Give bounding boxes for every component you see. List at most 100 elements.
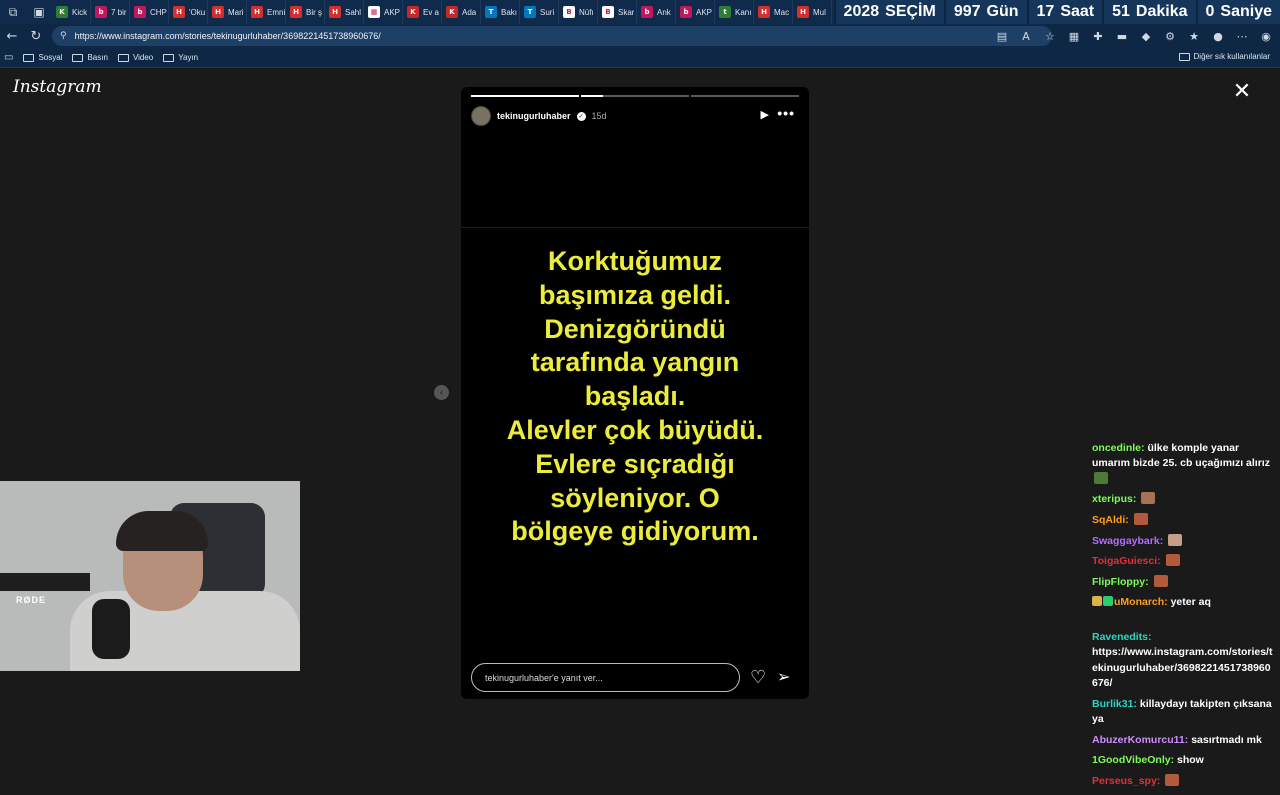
browser-tab[interactable]: KEv a [403,0,442,24]
tab-label: Suri [540,8,554,17]
copilot-icon[interactable]: ◉ [1256,26,1276,46]
tab-label: Bakı [501,8,517,17]
story-text-line: bölgeye gidiyorum. [461,515,809,549]
year-value: 2028 [844,3,880,21]
folder-icon [163,54,174,62]
extension-icon[interactable]: ▦ [1064,26,1084,46]
browser-tab[interactable]: TSuri [520,0,559,24]
browser-tab[interactable]: HMul [793,0,832,24]
collections-icon[interactable]: ▭ [4,52,13,63]
chat-separator: : [1145,576,1151,588]
browser-tab[interactable]: HEmni [247,0,286,24]
read-aloud-icon[interactable]: A [1016,26,1036,46]
chat-username[interactable]: Burlik31 [1092,698,1133,710]
story-text: Korktuğumuzbaşımıza geldi.Denizgöründüta… [461,245,809,549]
chat-username[interactable]: uMonarch [1114,596,1164,608]
chat-text: sasırtmadı mk [1191,734,1262,746]
story-divider [461,227,809,228]
back-icon[interactable]: ← [0,24,24,48]
chat-username[interactable]: ToigaGuiesci [1092,555,1157,567]
profile-avatar[interactable]: ● [1208,26,1228,46]
extension-icon[interactable]: ▬ [1112,26,1132,46]
story-username[interactable]: tekinugurluhaber [497,111,571,121]
chat-message: uMonarch: yeter aq [1092,595,1274,610]
days-value: 997 [954,3,981,21]
bookmark-folder-basin[interactable]: Basın [72,53,107,62]
chat-text: show [1177,754,1204,766]
tab-actions-icon[interactable]: ▣ [26,0,52,24]
story-text-line: başladı. [461,380,809,414]
browser-tab[interactable]: H'Oku [169,0,208,24]
browser-tab[interactable]: tKanı [715,0,754,24]
chat-username[interactable]: SqAldi [1092,514,1125,526]
chat-emote-icon [1168,534,1182,546]
instagram-logo[interactable]: Instagram [13,77,102,97]
folder-icon [72,54,83,62]
tab-label: AKP [384,8,400,17]
browser-tab[interactable]: BSkar [598,0,637,24]
progress-fill [581,95,603,97]
chat-username[interactable]: AbuzerKomurcu11 [1092,734,1185,746]
bookmark-folder-video[interactable]: Video [118,53,153,62]
browser-tab[interactable]: bAKP [676,0,715,24]
chat-username[interactable]: FlipFloppy [1092,576,1145,588]
more-menu-icon[interactable]: ⋯ [1232,26,1252,46]
browser-tab[interactable]: HBir ş [286,0,325,24]
play-icon[interactable]: ▶ [761,108,769,121]
countdown-seconds: 0Saniye [1196,0,1280,24]
chat-username[interactable]: Swaggaybark [1092,535,1160,547]
extension-icon[interactable]: ✚ [1088,26,1108,46]
story-text-line: Korktuğumuz [461,245,809,279]
browser-tab[interactable]: BNüfı [559,0,598,24]
avatar[interactable] [471,106,491,126]
heart-icon[interactable]: ♡ [750,667,766,688]
split-screen-icon[interactable]: ▤ [992,26,1012,46]
bookmark-folder-other[interactable]: Diğer sık kullanılanlar [1179,52,1270,61]
chat-username[interactable]: 1GoodVibeOnly [1092,754,1171,766]
url-text[interactable]: https://www.instagram.com/stories/tekinu… [75,31,381,41]
browser-tab[interactable]: HMac [754,0,793,24]
extensions-puzzle-icon[interactable]: ⚙ [1160,26,1180,46]
tab-favicon-icon: T [485,6,497,18]
chat-username[interactable]: xteripus [1092,493,1133,505]
tab-label: Emni [267,8,285,17]
favorites-icon[interactable]: ★ [1184,26,1204,46]
more-options-icon[interactable]: ••• [777,105,795,121]
refresh-icon[interactable]: ↻ [24,24,48,48]
chat-username[interactable]: oncedinle [1092,442,1141,454]
mic-arm [0,573,90,591]
browser-tab[interactable]: b7 bir [91,0,130,24]
favorite-star-icon[interactable]: ☆ [1040,26,1060,46]
tab-favicon-icon: H [329,6,341,18]
browser-tab[interactable]: ▦AKP [364,0,403,24]
browser-tab[interactable]: KKick [52,0,91,24]
chat-message: 1GoodVibeOnly: show [1092,753,1274,768]
story-text-line: Denizgöründü [461,313,809,347]
bookmark-folder-yayin[interactable]: Yayın [163,53,198,62]
tab-label: Ev a [423,8,439,17]
close-icon[interactable]: ✕ [1231,82,1253,104]
browser-tab[interactable]: HSahl [325,0,364,24]
browser-tab[interactable]: HMari [208,0,247,24]
chat-username[interactable]: Ravenedits [1092,631,1148,643]
bookmark-label: Yayın [178,53,198,62]
reply-input[interactable]: tekinugurluhaber'e yanıt ver... [471,663,740,692]
year-label: SEÇİM [885,3,936,21]
folder-icon [23,54,34,62]
previous-story-icon[interactable]: ‹ [434,385,449,400]
site-info-icon[interactable]: ⚲ [60,31,67,41]
chat-emote-icon [1166,554,1180,566]
tab-favicon-icon: H [212,6,224,18]
send-icon[interactable]: ➢ [777,667,790,686]
browser-tab[interactable]: KAda [442,0,481,24]
address-bar[interactable]: ⚲ https://www.instagram.com/stories/teki… [52,26,1052,46]
extension-icon[interactable]: ◆ [1136,26,1156,46]
bookmark-folder-sosyal[interactable]: Sosyal [23,53,62,62]
workspaces-icon[interactable]: ⧉ [0,0,26,24]
countdown-year: 2028 SEÇİM [834,0,944,24]
browser-tab[interactable]: bCHP [130,0,169,24]
browser-tab[interactable]: bAnk [637,0,676,24]
tab-favicon-icon: b [680,6,692,18]
chat-username[interactable]: Perseus_spy [1092,775,1157,787]
browser-tab[interactable]: T Bakı [481,0,520,24]
